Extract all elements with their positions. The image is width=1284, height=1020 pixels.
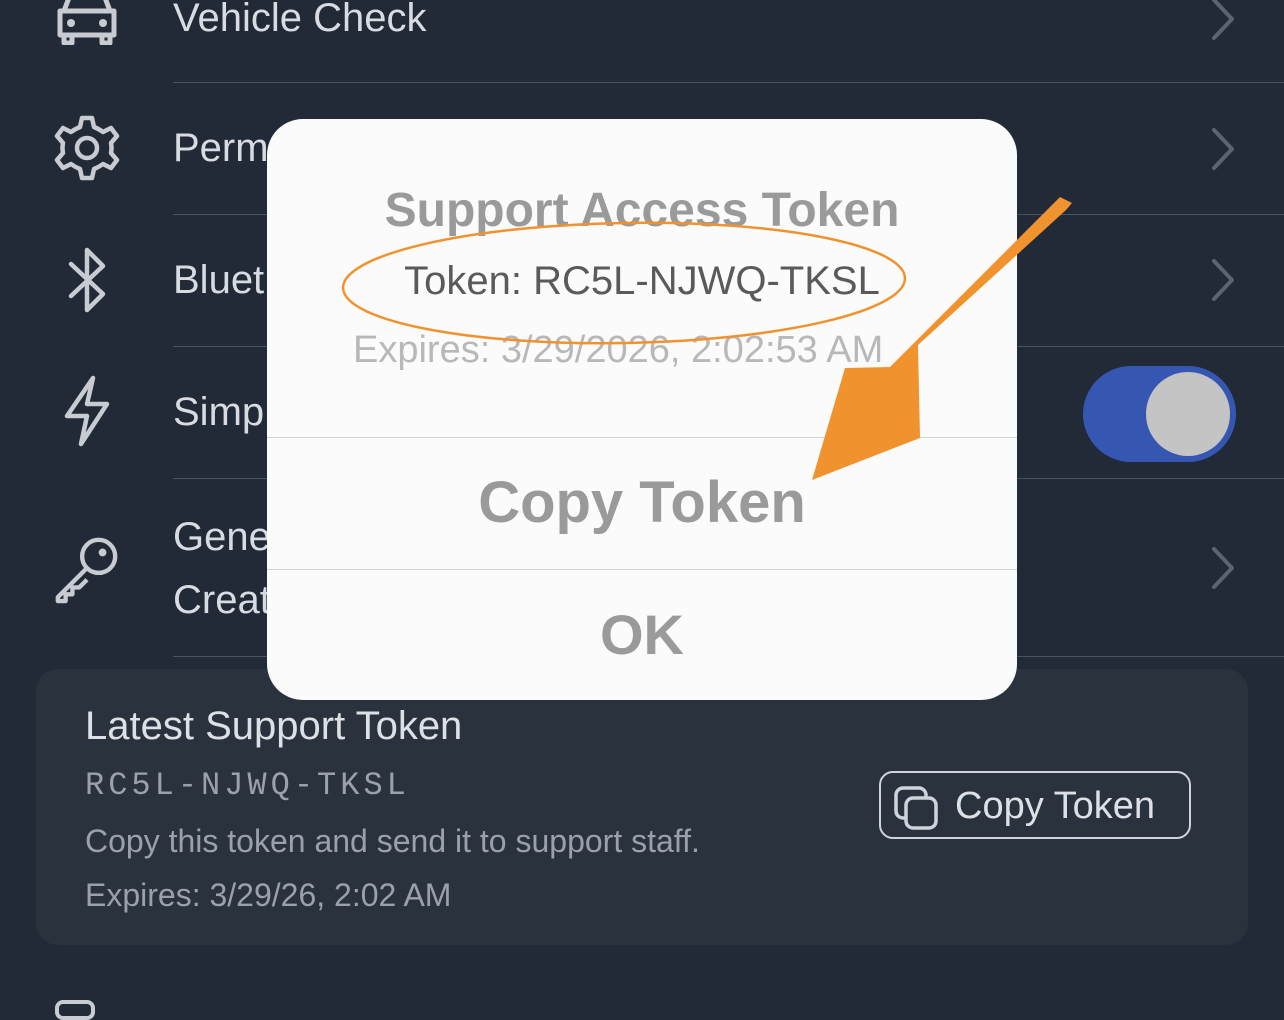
car-icon bbox=[52, 0, 122, 52]
dialog-ok-label: OK bbox=[600, 603, 684, 666]
card-copy-token-label: Copy Token bbox=[955, 785, 1155, 827]
latest-support-token-card: Latest Support Token RC5L-NJWQ-TKSL Copy… bbox=[36, 669, 1248, 945]
partial-row-icon bbox=[55, 1000, 95, 1020]
bolt-icon bbox=[52, 375, 122, 447]
card-expiry: Expires: 3/29/26, 2:02 AM bbox=[85, 877, 452, 913]
dialog-copy-token-label: Copy Token bbox=[478, 470, 806, 535]
card-title: Latest Support Token bbox=[85, 704, 463, 748]
settings-row-label: Vehicle Check bbox=[173, 0, 427, 40]
divider bbox=[173, 82, 1284, 83]
settings-row-label: Perm bbox=[173, 126, 269, 170]
gear-icon bbox=[52, 113, 122, 183]
chevron-right-icon bbox=[1212, 0, 1234, 40]
settings-row-sublabel: Creat bbox=[173, 578, 271, 622]
settings-row-label: Simp bbox=[173, 390, 265, 434]
settings-row-label: Gene bbox=[173, 515, 271, 559]
card-hint: Copy this token and send it to support s… bbox=[85, 823, 700, 859]
dialog-expiry: Expires: 3/29/2026, 2:02:53 AM bbox=[353, 329, 884, 371]
dialog-copy-token-button[interactable]: Copy Token bbox=[267, 437, 1017, 569]
support-access-token-dialog: Support Access Token Token: RC5L-NJWQ-TK… bbox=[267, 119, 1017, 700]
dialog-token: Token: RC5L-NJWQ-TKSL bbox=[404, 259, 880, 303]
key-icon bbox=[52, 533, 122, 604]
chevron-right-icon bbox=[1212, 547, 1234, 589]
copy-icon bbox=[894, 786, 938, 830]
chevron-right-icon bbox=[1212, 259, 1234, 301]
simple-mode-toggle[interactable] bbox=[1083, 366, 1236, 462]
dialog-title: Support Access Token bbox=[384, 184, 900, 237]
chevron-right-icon bbox=[1212, 128, 1234, 170]
card-token-value: RC5L-NJWQ-TKSL bbox=[85, 767, 410, 804]
card-copy-token-button[interactable]: Copy Token bbox=[879, 771, 1191, 839]
bluetooth-icon bbox=[52, 245, 122, 315]
settings-row-label: Bluet bbox=[173, 258, 265, 302]
toggle-knob bbox=[1146, 372, 1230, 456]
dialog-ok-button[interactable]: OK bbox=[267, 569, 1017, 700]
